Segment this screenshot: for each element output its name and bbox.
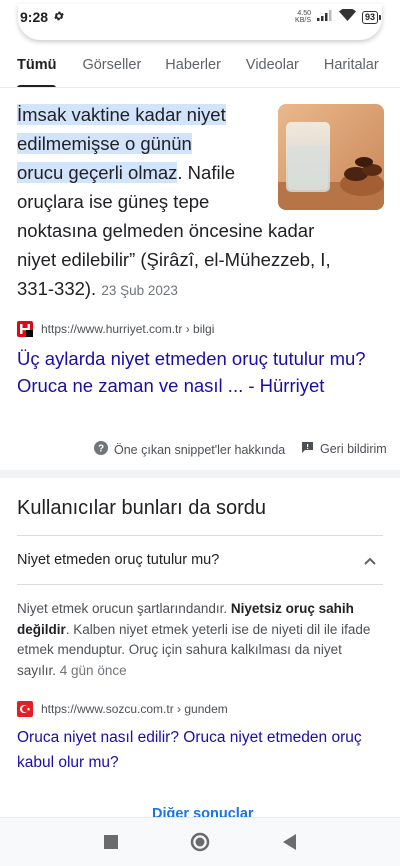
- snippet-thumbnail[interactable]: [278, 104, 384, 210]
- snippet-line: oruçlara ise güneş tepe: [17, 191, 210, 212]
- status-time: 9:28: [20, 9, 49, 25]
- snippet-date: 23 Şub 2023: [101, 283, 178, 298]
- snippet-footer: ? Öne çıkan snippet'ler hakkında Geri bi…: [0, 438, 400, 458]
- battery-indicator: 93: [361, 10, 382, 24]
- net-speed: 4.50 KB/S: [295, 10, 311, 24]
- snippet-highlight-line: edilmemişse o günün: [17, 133, 192, 154]
- sozcu-favicon-icon: [17, 701, 33, 717]
- tab-maps[interactable]: Haritalar: [324, 44, 379, 87]
- net-speed-unit: KB/S: [295, 17, 311, 24]
- system-nav-bar: [0, 818, 400, 866]
- result-url: https://www.hurriyet.com.tr › bilgi: [41, 322, 215, 336]
- home-icon[interactable]: [190, 832, 210, 852]
- back-icon[interactable]: [280, 832, 300, 852]
- paa-separator: [17, 535, 383, 536]
- about-snippets-link[interactable]: ? Öne çıkan snippet'ler hakkında: [94, 441, 285, 458]
- status-left: 9:28: [20, 9, 65, 25]
- net-speed-value: 4.50: [297, 10, 311, 17]
- feedback-link[interactable]: Geri bildirim: [301, 441, 387, 457]
- paa-source-url: https://www.sozcu.com.tr › gundem: [41, 702, 228, 716]
- people-also-ask-heading: Kullanıcılar bunları da sordu: [17, 497, 267, 519]
- snippet-text-rest: . Nafile: [177, 162, 235, 183]
- paa-source[interactable]: https://www.sozcu.com.tr › gundem: [17, 701, 228, 717]
- snippet-line: niyet edilebilir” (Şirâzî, el-Mühezzeb, …: [17, 249, 331, 270]
- feedback-label: Geri bildirim: [320, 442, 387, 456]
- paa-separator: [17, 584, 383, 585]
- hurriyet-favicon-icon: [17, 321, 33, 337]
- paa-result-link[interactable]: Oruca niyet nasıl edilir? Oruca niyet et…: [17, 725, 387, 775]
- paa-answer-text: Niyet etmek orucun şartlarındandır.: [17, 601, 231, 616]
- about-snippets-label: Öne çıkan snippet'ler hakkında: [114, 442, 286, 457]
- paa-question[interactable]: Niyet etmeden oruç tutulur mu?: [17, 552, 383, 568]
- status-right: 4.50 KB/S 93: [295, 7, 382, 26]
- result-title-link[interactable]: Üç aylarda niyet etmeden oruç tutulur mu…: [17, 345, 387, 399]
- wifi-icon: [338, 7, 356, 26]
- recents-icon[interactable]: [101, 832, 121, 852]
- result-source[interactable]: https://www.hurriyet.com.tr › bilgi: [17, 321, 214, 337]
- paa-answer: Niyet etmek orucun şartlarındandır. Niye…: [17, 599, 383, 681]
- section-divider: [0, 470, 400, 478]
- signal-icon: [316, 8, 333, 26]
- feedback-icon: [301, 441, 314, 457]
- snippet-highlight-line: İmsak vaktine kadar niyet: [17, 104, 226, 125]
- snippet-line: 331-332).: [17, 278, 97, 299]
- help-icon: ?: [94, 441, 108, 458]
- snippet-line: noktasına gelmeden öncesine kadar: [17, 220, 315, 241]
- search-tabs: Tümü Görseller Haberler Videolar Harital…: [0, 44, 400, 88]
- paa-answer-date: 4 gün önce: [59, 662, 127, 678]
- tab-videos[interactable]: Videolar: [246, 44, 299, 87]
- tab-news[interactable]: Haberler: [165, 44, 221, 87]
- chevron-up-icon[interactable]: [362, 553, 378, 569]
- svg-text:?: ?: [98, 444, 104, 455]
- tab-images[interactable]: Görseller: [82, 44, 141, 87]
- gear-icon: [53, 9, 65, 25]
- tab-all[interactable]: Tümü: [17, 44, 57, 87]
- snippet-highlight-line: orucu geçerli olmaz: [17, 162, 178, 183]
- status-bar: 9:28 4.50 KB/S 93: [0, 0, 400, 34]
